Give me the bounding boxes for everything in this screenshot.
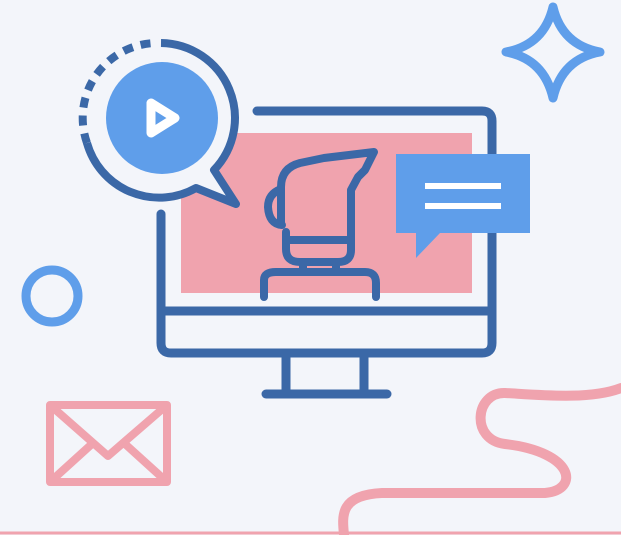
online-video-illustration (0, 0, 621, 535)
illustration-canvas (0, 0, 621, 535)
